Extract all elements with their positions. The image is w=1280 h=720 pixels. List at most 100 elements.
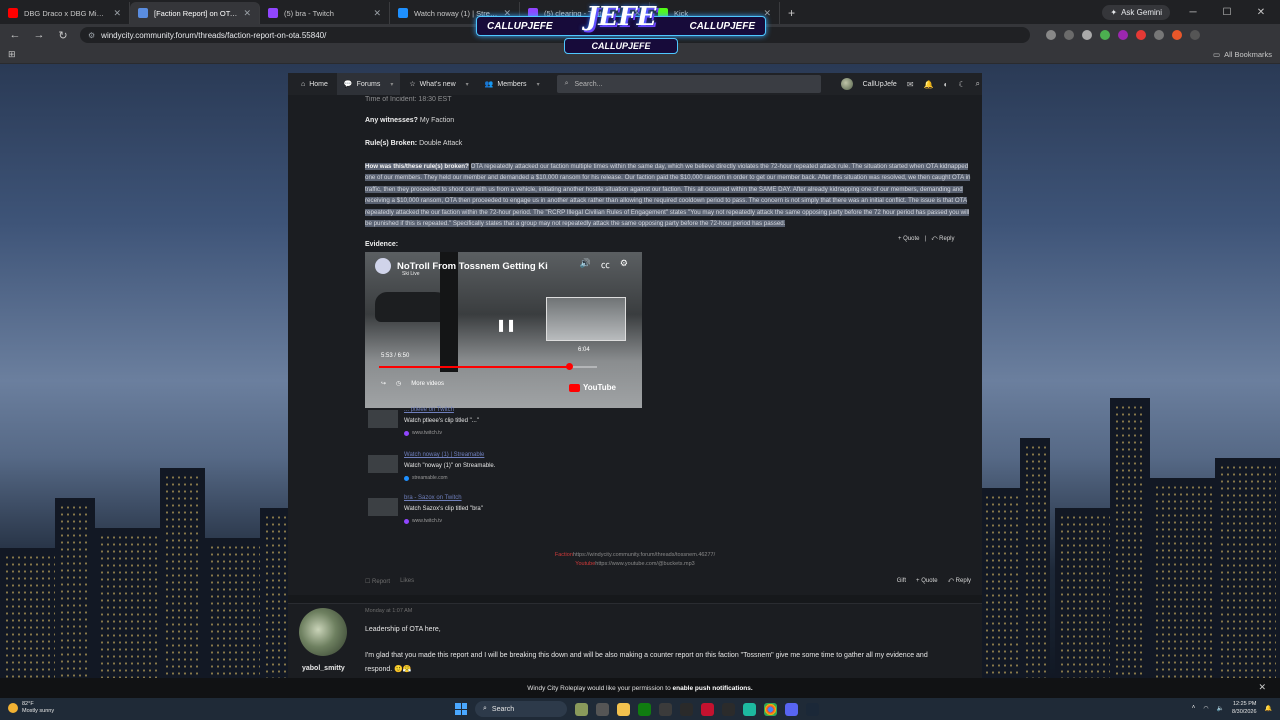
close-tab-icon[interactable]: ✕ [243,8,251,19]
embed-thumbnail[interactable] [368,410,398,428]
chevron-up-icon[interactable]: ˄ [1192,705,1196,711]
minimize-icon[interactable]: ─ [1182,7,1204,18]
youtube-logo[interactable]: YouTube [568,383,616,392]
mail-icon[interactable]: ✉ [907,80,914,89]
nav-forums[interactable]: 💬 Forums ▾ [336,73,401,95]
forum-search-input[interactable]: ⌕ Search... [556,75,821,93]
moon-icon[interactable]: ☾ [958,80,965,89]
link-embed[interactable]: bra - Sazox on Twitch Watch Sazox's clip … [365,495,615,529]
pip-timestamp: 6:04 [578,347,590,353]
app-icon[interactable] [743,702,756,716]
all-bookmarks[interactable]: ▭ All Bookmarks [1213,50,1272,59]
profile-icon[interactable] [1172,30,1182,40]
clock[interactable]: 12:25 PM 8/30/2026 [1232,700,1256,716]
back-icon[interactable]: ← [8,29,22,41]
footer-reply-button[interactable]: ⤺ Reply [948,578,971,585]
watch-later-icon[interactable]: ◷ [396,380,401,387]
maximize-icon[interactable]: ☐ [1216,7,1238,18]
chevron-down-icon[interactable]: ▾ [466,81,469,88]
extension-icon[interactable] [1100,30,1110,40]
avatar[interactable] [840,78,853,90]
video-title[interactable]: NoTroll From Tossnem Getting Ki [397,261,548,272]
volume-icon[interactable]: 🔊 [580,258,591,271]
nav-members[interactable]: 👥 Members ▾ [478,73,547,95]
xbox-icon[interactable] [638,702,651,716]
contrast-icon[interactable]: ◐ [944,80,949,89]
enable-push-link[interactable]: enable push notifications. [673,685,753,692]
apps-grid-icon[interactable]: ⊞ [8,49,16,60]
chrome-icon[interactable] [764,702,777,716]
chevron-down-icon[interactable]: ▾ [390,81,393,88]
share-icon[interactable]: ↪ [381,380,386,387]
tab-favicon-icon [8,8,18,18]
nav-home[interactable]: ⌂ Home [294,73,335,95]
zoom-icon[interactable] [1046,30,1056,40]
browser-tab[interactable]: [Faction Report] on OTA | W✕ [130,2,260,24]
report-link[interactable]: ☐ Report [365,578,390,585]
widget-icon[interactable] [575,702,588,716]
chevron-down-icon[interactable]: ▾ [537,81,540,88]
settings-icon[interactable]: ⚙ [620,258,628,271]
likes-link[interactable]: Likes [400,578,414,585]
embed-title[interactable]: Watch noway (1) | Streamable [404,452,484,458]
search-icon[interactable]: ⌕ [976,79,980,89]
task-view-icon[interactable] [596,702,609,716]
windows-start-icon[interactable] [455,703,467,715]
close-icon[interactable]: ✕ [1258,682,1266,693]
puzzle-icon[interactable] [1154,30,1164,40]
cast-icon[interactable] [1064,30,1074,40]
bell-icon[interactable]: 🔔 [924,80,934,89]
reply-date[interactable]: Monday at 1:07 AM [365,608,412,614]
channel-avatar[interactable] [375,258,391,274]
reply-button[interactable]: ⤺ Reply [931,236,954,243]
discord-icon[interactable] [785,702,798,716]
close-tab-icon[interactable]: ✕ [373,8,381,19]
embed-title[interactable]: bra - Sazox on Twitch [404,495,462,501]
captions-icon[interactable]: ㏄ [601,258,610,271]
nav-whats-new[interactable]: ☆ What's new ▾ [402,73,475,95]
embed-thumbnail[interactable] [368,498,398,516]
browser-tab[interactable]: DBG Draco x DBG Mike x E✕ [0,2,130,24]
youtube-embed[interactable]: NoTroll From Tossnem Getting Ki Ski Live… [365,252,642,408]
forward-icon[interactable]: → [32,29,46,41]
network-icon[interactable]: ◠ [1203,705,1208,712]
site-info-icon[interactable]: ⚙ [88,31,95,40]
signature-line-1: Factionhttps://windycity.community.forum… [554,552,716,558]
close-tab-icon[interactable]: ✕ [113,8,121,19]
menu-icon[interactable] [1190,30,1200,40]
gift-button[interactable]: Gift [897,578,906,585]
extension-icon[interactable] [1118,30,1128,40]
link-embed[interactable]: Watch noway (1) | Streamable Watch "noway… [365,452,615,486]
reply-username[interactable]: yabol_smitty [302,665,345,672]
extension-icon[interactable] [1136,30,1146,40]
taskbar-search[interactable]: ⌕ Search [475,701,567,717]
browser-tab[interactable]: (5) bra - Twitch ✕ [260,2,390,24]
embed-thumbnail[interactable] [368,455,398,473]
source-icon [404,518,409,524]
link-embed[interactable]: ... ptleee on Twitch Watch ptleee's clip … [365,407,615,441]
embed-title[interactable]: ... ptleee on Twitch [404,407,454,413]
bookmark-star-icon[interactable] [1082,30,1092,40]
app-icon[interactable] [659,702,672,716]
notification-bell-icon[interactable]: 🔔 [1265,705,1272,712]
username-link[interactable]: CallUpJefe [863,81,897,88]
reload-icon[interactable]: ↻ [56,29,70,42]
footer-quote-button[interactable]: + Quote [916,578,938,585]
weather-widget[interactable]: 82°F Mostly sunny [8,701,54,715]
app-icon[interactable] [722,702,735,716]
more-videos-label[interactable]: More videos [411,381,444,387]
new-tab-button[interactable]: + [780,2,803,24]
pause-icon[interactable]: ❚❚ [496,318,516,332]
quote-button[interactable]: + Quote [898,236,920,243]
file-explorer-icon[interactable] [617,702,630,716]
app-icon[interactable] [680,702,693,716]
video-progress-bar[interactable] [379,363,597,370]
app-icon[interactable] [701,702,714,716]
volume-icon[interactable]: 🔈 [1217,705,1224,712]
progress-knob[interactable] [565,363,573,370]
steam-icon[interactable] [806,702,819,716]
ask-gemini-button[interactable]: ✦ Ask Gemini [1102,4,1170,20]
avatar[interactable] [299,608,347,656]
channel-name[interactable]: Ski Live [402,271,420,277]
close-window-icon[interactable]: ✕ [1250,7,1272,18]
